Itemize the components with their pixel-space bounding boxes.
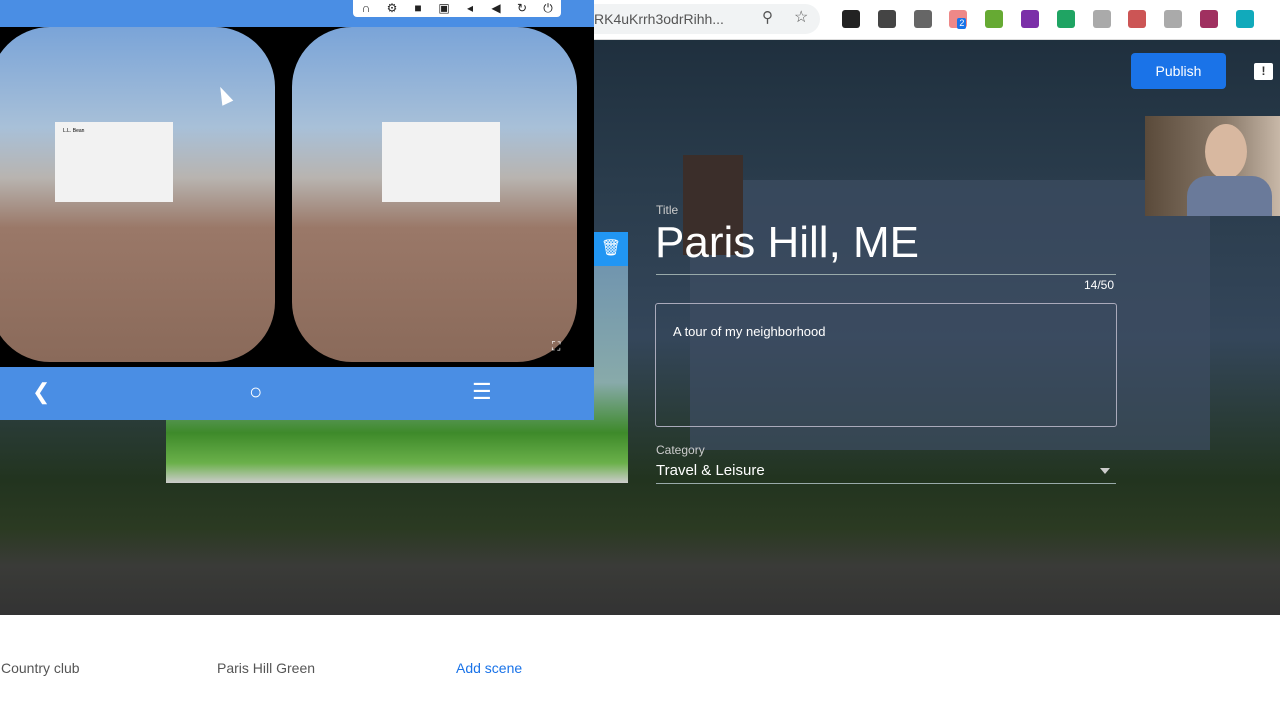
title-label: Title bbox=[656, 203, 679, 217]
home-circle-icon[interactable]: ○ bbox=[249, 379, 262, 405]
info-card-title: L.L. Bean bbox=[63, 128, 85, 134]
title-char-count: 14/50 bbox=[1084, 278, 1115, 292]
publish-button[interactable]: Publish bbox=[1131, 53, 1226, 89]
webcam-overlay bbox=[1145, 116, 1280, 216]
volume-down-icon[interactable]: ◂ bbox=[457, 0, 483, 17]
drive-icon[interactable] bbox=[1056, 10, 1075, 28]
record-icon[interactable] bbox=[1200, 10, 1218, 28]
share-icon[interactable]: 2 bbox=[949, 10, 968, 29]
left-eye-view: L.L. Bean bbox=[0, 27, 275, 362]
category-select[interactable]: Travel & Leisure bbox=[656, 462, 765, 479]
back-icon[interactable]: ❮ bbox=[32, 379, 50, 405]
title-underline bbox=[656, 274, 1116, 275]
fullscreen-icon[interactable]: ⛶ bbox=[552, 339, 560, 354]
pdf-icon[interactable] bbox=[1092, 10, 1111, 28]
right-eye-view bbox=[292, 27, 577, 362]
category-label: Category bbox=[656, 443, 705, 457]
description-textarea[interactable]: A tour of my neighborhood bbox=[655, 303, 1117, 427]
video-icon[interactable]: ■ bbox=[405, 0, 431, 17]
zoom-icon[interactable]: ⚲ bbox=[762, 8, 773, 26]
vr-emulator-window: ∩ ⚙ ■ ▣ ◂ ◀ ↻ ⏻ L.L. Bean ⛶ ❮ ○ ☰ bbox=[0, 0, 594, 420]
menu-icon[interactable]: ☰ bbox=[472, 379, 492, 405]
lightbulb-icon[interactable] bbox=[877, 10, 896, 28]
power-icon[interactable]: ⏻ bbox=[535, 0, 561, 17]
owl-icon[interactable] bbox=[842, 10, 860, 28]
aperture-icon[interactable] bbox=[913, 10, 932, 28]
extension-badge: 2 bbox=[957, 18, 967, 29]
browser-toolbar: RK4uKrrh3odrRihh... ⚲ ☆ 2 bbox=[594, 0, 1280, 40]
emulator-controls: ∩ ⚙ ■ ▣ ◂ ◀ ↻ ⏻ bbox=[353, 0, 561, 17]
add-scene-link[interactable]: Add scene bbox=[456, 660, 522, 676]
scenes-strip bbox=[0, 615, 1280, 720]
vr-stereo-view[interactable]: L.L. Bean ⛶ bbox=[0, 27, 594, 367]
url-text: RK4uKrrh3odrRihh... bbox=[594, 11, 724, 27]
volume-up-icon[interactable]: ◀ bbox=[483, 0, 509, 17]
headphones-icon[interactable]: ∩ bbox=[353, 0, 379, 17]
trash-icon[interactable]: 🗑 bbox=[594, 232, 628, 266]
rotate-icon[interactable]: ↻ bbox=[509, 0, 535, 17]
onenote-icon[interactable] bbox=[1021, 10, 1039, 28]
emulator-top-bar: ∩ ⚙ ■ ▣ ◂ ◀ ↻ ⏻ bbox=[0, 0, 594, 27]
acrobat-icon[interactable] bbox=[1128, 10, 1147, 28]
gear-icon[interactable]: ⚙ bbox=[379, 0, 405, 17]
address-bar[interactable]: RK4uKrrh3odrRihh... ⚲ ☆ bbox=[594, 4, 820, 34]
scene-item[interactable]: Paris Hill Green bbox=[217, 660, 315, 676]
c-icon[interactable] bbox=[1235, 10, 1254, 28]
drive-gray-icon[interactable] bbox=[1164, 10, 1183, 28]
scene-item[interactable]: Country club bbox=[1, 660, 80, 676]
camera-icon[interactable]: ▣ bbox=[431, 0, 457, 17]
bookmark-star-icon[interactable]: ☆ bbox=[794, 7, 808, 27]
title-input[interactable]: Paris Hill, ME bbox=[655, 218, 919, 268]
category-underline bbox=[656, 483, 1116, 484]
feedback-icon[interactable]: ! bbox=[1254, 63, 1273, 80]
play-icon[interactable] bbox=[985, 10, 1004, 28]
emulator-nav-bar: ❮ ○ ☰ bbox=[0, 367, 594, 420]
description-text: A tour of my neighborhood bbox=[673, 324, 826, 339]
dropdown-caret-icon[interactable] bbox=[1100, 468, 1110, 474]
